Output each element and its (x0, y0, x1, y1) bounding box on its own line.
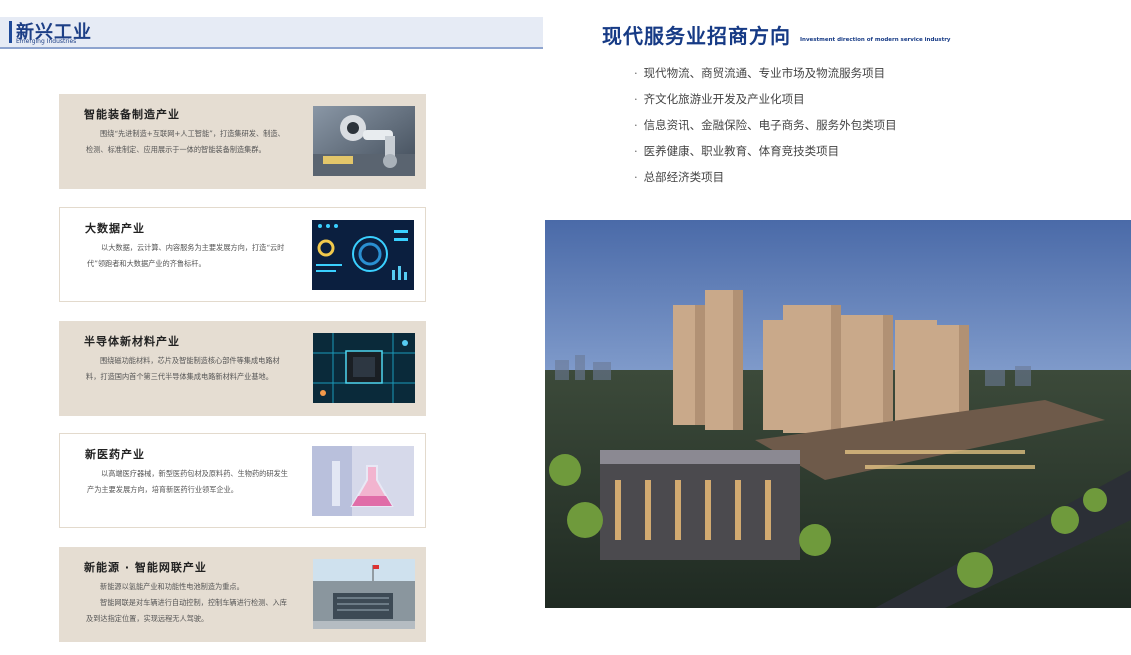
list-item: · 信息资讯、金融保险、电子商务、服务外包类项目 (634, 118, 897, 132)
industry-card-new-energy: 新能源 · 智能网联产业 新能源以氢能产业和功能性电池制造为重点。 智能网联是对… (59, 547, 426, 642)
list-item: · 医养健康、职业教育、体育竞技类项目 (634, 144, 840, 158)
industry-card-title: 大数据产业 (85, 222, 145, 235)
list-item: · 齐文化旅游业开发及产业化项目 (634, 92, 805, 106)
industry-card-description: 以大数据，云计算、内容服务为主要发展方向，打造“云时代”领跑者和大数据产业的齐鲁… (87, 243, 285, 268)
industry-card-semiconductor: 半导体新材料产业 围绕磁功能材料，芯片及智能制造核心部件等集成电路材料，打造国内… (59, 321, 426, 416)
industry-card-smart-equipment: 智能装备制造产业 围绕“先进制造+互联网+人工智能”，打造集研发、制造、检测、标… (59, 94, 426, 189)
section-subtitle-modern-service: Investment direction of modern service i… (800, 37, 951, 43)
industry-card-pharma: 新医药产业 以高端医疗器械，新型医药包材及原料药、生物药的研发生产为主要发展方向… (59, 433, 426, 528)
investment-direction-list: · 现代物流、商贸流通、专业市场及物流服务项目 · 齐文化旅游业开发及产业化项目 ·… (634, 60, 897, 190)
industry-card-big-data: 大数据产业 以大数据，云计算、内容服务为主要发展方向，打造“云时代”领跑者和大数… (59, 207, 426, 302)
industry-card-title: 半导体新材料产业 (84, 335, 180, 348)
list-item: · 现代物流、商贸流通、专业市场及物流服务项目 (634, 66, 886, 80)
industry-card-title: 智能装备制造产业 (84, 108, 180, 121)
industry-card-title: 新医药产业 (85, 448, 145, 461)
industry-card-title: 新能源 · 智能网联产业 (84, 561, 207, 574)
list-item: · 总部经济类项目 (634, 170, 725, 184)
section-title-modern-service: 现代服务业招商方向 (602, 24, 791, 48)
industry-card-description: 新能源以氢能产业和功能性电池制造为重点。 智能网联是对车辆进行自动控制，控制车辆… (86, 582, 287, 623)
city-aerial-photo (545, 220, 1131, 608)
industrial-building-image (313, 559, 415, 629)
robot-arm-image (313, 106, 415, 176)
industry-card-description: 围绕“先进制造+互联网+人工智能”，打造集研发、制造、检测、标准制定、应用展示于… (86, 129, 285, 154)
industry-card-description: 围绕磁功能材料，芯片及智能制造核心部件等集成电路材料，打造国内首个第三代半导体集… (86, 356, 280, 381)
data-dashboard-image (312, 220, 414, 290)
circuit-chip-image (313, 333, 415, 403)
header-accent-bar (9, 21, 12, 43)
industry-card-description: 以高端医疗器械，新型医药包材及原料药、生物药的研发生产为主要发展方向，培育新医药… (87, 469, 288, 494)
lab-flask-image (312, 446, 414, 516)
section-header-emerging-industries: 新兴工业 Emerging Industries (0, 17, 543, 49)
section-subtitle: Emerging Industries (16, 38, 77, 45)
